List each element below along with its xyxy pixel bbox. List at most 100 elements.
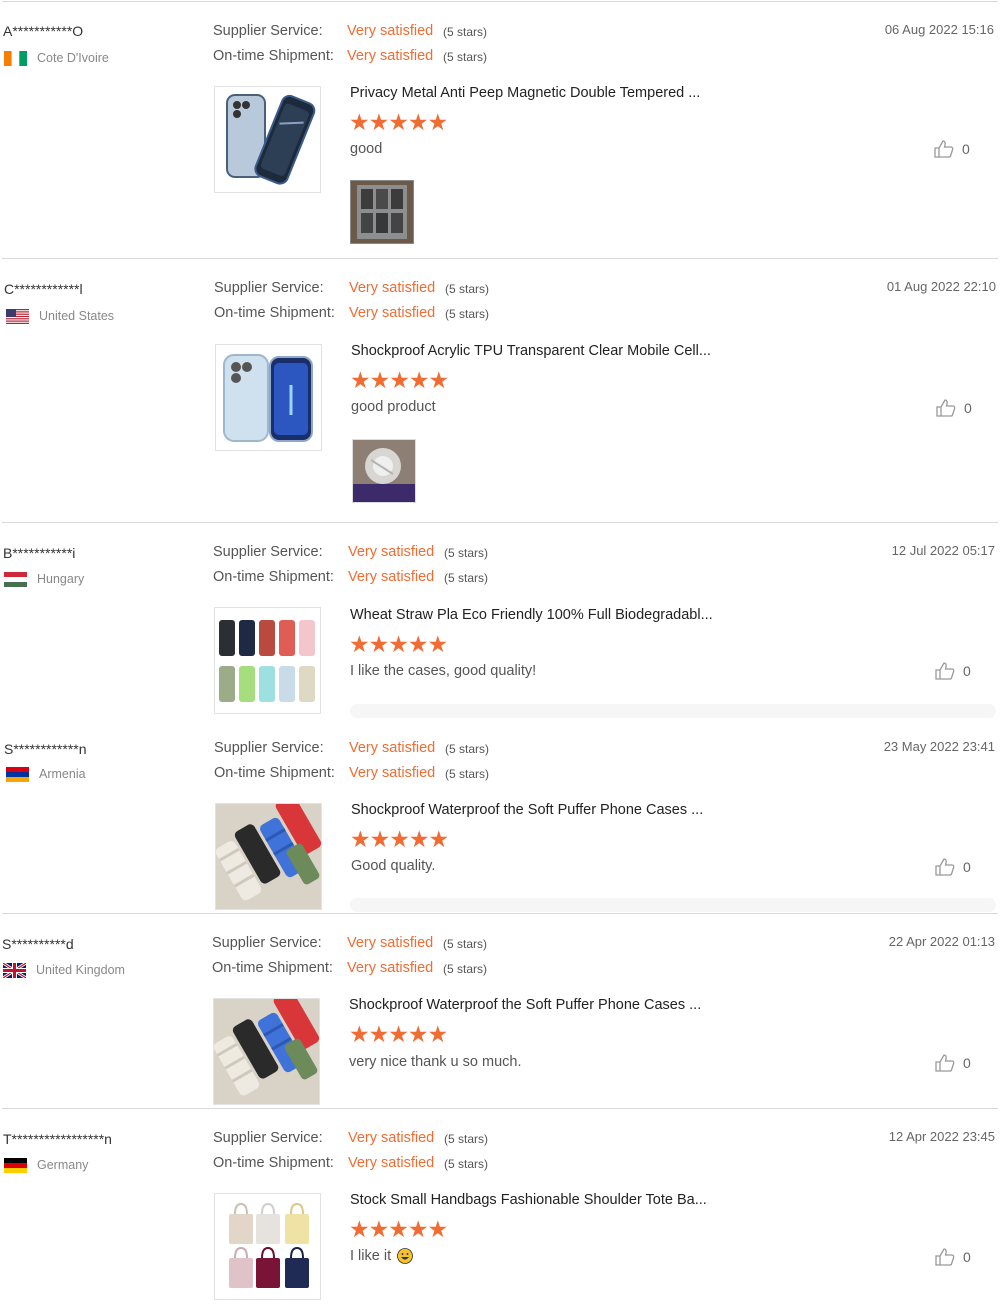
ontime-shipment-label: On-time Shipment: [214, 305, 335, 321]
reviewer-name: A***********O [3, 23, 84, 39]
like-count: 0 [963, 1249, 971, 1265]
phone-case-image [216, 804, 321, 909]
flag-hungary-icon [4, 571, 27, 587]
ontime-shipment-stars: (5 stars) [445, 767, 490, 781]
grinning-face-icon [397, 1248, 413, 1264]
product-title[interactable]: Privacy Metal Anti Peep Magnetic Double … [350, 85, 700, 101]
phone-case-image [223, 354, 313, 442]
reviewer-country: Cote D'Ivoire [4, 50, 109, 66]
product-title[interactable]: Wheat Straw Pla Eco Friendly 100% Full B… [350, 607, 713, 623]
country-name: United States [39, 309, 115, 323]
product-thumbnail[interactable] [214, 86, 321, 193]
review-comment: good [350, 141, 382, 157]
like-count: 0 [962, 141, 970, 157]
comment-text: good [350, 141, 383, 157]
ontime-shipment-stars: (5 stars) [444, 571, 489, 585]
like-button[interactable]: 0 [935, 662, 971, 680]
ontime-shipment-rating: Very satisfied [349, 305, 436, 321]
reviewer-country: Germany [4, 1157, 88, 1173]
comment-text: I like the cases, good quality! [350, 663, 537, 679]
phone-case-image [219, 620, 315, 702]
thumbs-up-icon [936, 399, 956, 417]
country-name: Cote D'Ivoire [37, 51, 109, 65]
like-button[interactable]: 0 [935, 858, 971, 876]
supplier-service-rating: Very satisfied [347, 23, 434, 39]
truncated-content-fade [350, 704, 996, 718]
review-photo[interactable] [352, 439, 416, 503]
thumbs-up-icon [935, 1248, 955, 1266]
supplier-service-rating: Very satisfied [349, 740, 436, 756]
review-comment: I like it [350, 1248, 413, 1264]
review-date: 23 May 2022 23:41 [883, 739, 995, 754]
product-thumbnail[interactable] [215, 803, 322, 910]
comment-text: Good quality. [351, 858, 436, 874]
like-count: 0 [963, 663, 971, 679]
comment-text: very nice thank u so much. [349, 1054, 522, 1070]
like-button[interactable]: 0 [934, 140, 970, 158]
supplier-service-stars: (5 stars) [443, 937, 488, 951]
review-comment: good product [351, 399, 436, 415]
ontime-shipment-stars: (5 stars) [443, 962, 488, 976]
review-date: 12 Apr 2022 23:45 [888, 1129, 995, 1144]
ontime-shipment-rating: Very satisfied [347, 48, 434, 64]
reviewer-country: United Kingdom [3, 962, 125, 978]
thumbs-up-icon [934, 140, 954, 158]
rating-stars: ★★★★★ [349, 1021, 448, 1047]
like-count: 0 [963, 1055, 971, 1071]
like-button[interactable]: 0 [936, 399, 972, 417]
product-thumbnail[interactable] [213, 998, 320, 1105]
supplier-service-label: Supplier Service: [214, 740, 324, 756]
ontime-shipment-rating: Very satisfied [348, 1155, 435, 1171]
reviewer-name: T*****************n [3, 1131, 112, 1147]
review-comment: I like the cases, good quality! [350, 663, 536, 679]
like-button[interactable]: 0 [935, 1248, 971, 1266]
review-item: A***********O Cote D'Ivoire Supplier Ser… [0, 0, 1000, 258]
product-thumbnail[interactable] [215, 344, 322, 451]
review-photo[interactable] [350, 180, 414, 244]
reviewer-country: Armenia [6, 766, 86, 782]
handbag-image [229, 1202, 309, 1288]
review-date: 12 Jul 2022 05:17 [891, 543, 995, 558]
supplier-service-stars: (5 stars) [444, 1132, 489, 1146]
phone-case-image [226, 94, 316, 185]
review-photo-image [351, 181, 413, 243]
like-count: 0 [964, 400, 972, 416]
rating-stars: ★★★★★ [349, 109, 448, 135]
review-item: S**********d United Kingdom Supplier Ser… [0, 913, 1000, 1108]
flag-united-kingdom-icon [3, 962, 26, 978]
comment-text: good product [351, 399, 436, 415]
ontime-shipment-label: On-time Shipment: [213, 48, 334, 64]
ontime-shipment-rating: Very satisfied [348, 569, 435, 585]
review-date: 06 Aug 2022 15:16 [884, 22, 994, 37]
review-date: 01 Aug 2022 22:10 [886, 279, 996, 294]
supplier-service-stars: (5 stars) [445, 282, 490, 296]
flag-cote-divoire-icon [4, 50, 27, 66]
product-thumbnail[interactable] [214, 1193, 321, 1300]
rating-stars: ★★★★★ [349, 1216, 448, 1242]
country-name: United Kingdom [36, 963, 125, 977]
rating-stars: ★★★★★ [350, 367, 449, 393]
phone-case-image [214, 999, 319, 1104]
country-name: Hungary [37, 572, 85, 586]
ontime-shipment-label: On-time Shipment: [213, 1155, 334, 1171]
review-item: B***********i Hungary Supplier Service: … [0, 522, 1000, 718]
supplier-service-label: Supplier Service: [213, 544, 323, 560]
supplier-service-rating: Very satisfied [348, 544, 435, 560]
review-date: 22 Apr 2022 01:13 [888, 934, 995, 949]
product-title[interactable]: Shockproof Acrylic TPU Transparent Clear… [351, 343, 711, 359]
ontime-shipment-stars: (5 stars) [445, 307, 490, 321]
flag-armenia-icon [6, 766, 29, 782]
ontime-shipment-label: On-time Shipment: [212, 960, 333, 976]
like-button[interactable]: 0 [935, 1054, 971, 1072]
rating-stars: ★★★★★ [349, 631, 448, 657]
rating-stars: ★★★★★ [350, 826, 449, 852]
ontime-shipment-label: On-time Shipment: [214, 765, 335, 781]
like-count: 0 [963, 859, 971, 875]
product-title[interactable]: Shockproof Waterproof the Soft Puffer Ph… [349, 997, 701, 1013]
product-thumbnail[interactable] [214, 607, 321, 714]
supplier-service-stars: (5 stars) [443, 25, 488, 39]
product-title[interactable]: Shockproof Waterproof the Soft Puffer Ph… [351, 802, 703, 818]
supplier-service-label: Supplier Service: [213, 1130, 323, 1146]
ontime-shipment-rating: Very satisfied [349, 765, 436, 781]
product-title[interactable]: Stock Small Handbags Fashionable Shoulde… [350, 1192, 707, 1208]
